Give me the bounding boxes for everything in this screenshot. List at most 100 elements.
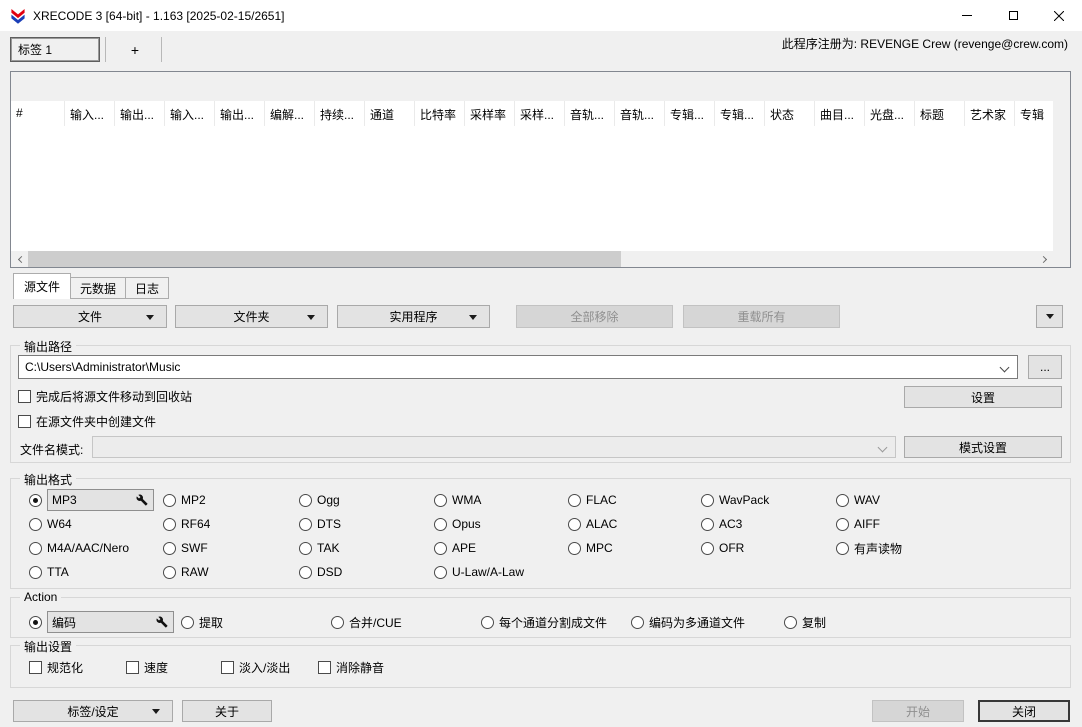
format-option[interactable]: TAK — [299, 536, 434, 560]
scroll-right-button[interactable] — [1036, 251, 1053, 267]
format-option[interactable]: Opus — [434, 512, 568, 536]
radio-icon — [836, 541, 849, 555]
table-group-band — [11, 72, 1070, 101]
column-header[interactable]: # — [11, 101, 65, 126]
format-option[interactable]: MP3 — [29, 488, 163, 512]
column-header[interactable]: 曲目... — [815, 101, 865, 126]
pattern-settings-button[interactable]: 模式设置 — [904, 436, 1062, 458]
output-setting-checkbox[interactable]: 速度 — [126, 659, 221, 676]
format-option[interactable]: FLAC — [568, 488, 701, 512]
format-option[interactable]: TTA — [29, 560, 163, 584]
remove-all-button[interactable]: 全部移除 — [516, 305, 673, 328]
column-header[interactable]: 标题 — [915, 101, 965, 126]
vertical-scrollbar[interactable] — [1053, 72, 1070, 251]
table-body[interactable] — [11, 126, 1053, 251]
scroll-left-button[interactable] — [11, 251, 28, 267]
utilities-menu-button[interactable]: 实用程序 — [337, 305, 490, 328]
column-header[interactable]: 输出... — [215, 101, 265, 126]
maximize-button[interactable] — [990, 0, 1036, 31]
format-config-box[interactable]: MP3 — [47, 489, 154, 511]
combo-dropdown-icon[interactable] — [999, 362, 1010, 373]
format-label: MP3 — [52, 493, 77, 507]
close-app-button[interactable]: 关闭 — [978, 700, 1070, 722]
settings-button[interactable]: 设置 — [904, 386, 1062, 408]
column-header[interactable]: 采样率 — [465, 101, 515, 126]
minimize-button[interactable] — [944, 0, 990, 31]
format-option[interactable]: DTS — [299, 512, 434, 536]
format-option[interactable]: SWF — [163, 536, 299, 560]
action-option[interactable]: 复制 — [784, 610, 1066, 634]
column-header[interactable]: 状态 — [765, 101, 815, 126]
format-option[interactable]: AC3 — [701, 512, 836, 536]
format-option[interactable]: WAV — [836, 488, 1066, 512]
filename-pattern-combobox[interactable] — [92, 436, 896, 458]
action-option[interactable]: 编码为多通道文件 — [631, 610, 784, 634]
action-option[interactable]: 合并/CUE — [331, 610, 481, 634]
file-menu-button[interactable]: 文件 — [13, 305, 167, 328]
folder-menu-button[interactable]: 文件夹 — [175, 305, 328, 328]
view-tab[interactable]: 日志 — [126, 277, 170, 299]
output-setting-checkbox[interactable]: 规范化 — [29, 659, 126, 676]
format-option[interactable]: WavPack — [701, 488, 836, 512]
action-option[interactable]: 编码 — [29, 610, 181, 634]
horizontal-scrollbar[interactable] — [11, 251, 1070, 267]
output-path-combobox[interactable]: C:\Users\Administrator\Music — [18, 355, 1018, 379]
format-option[interactable]: W64 — [29, 512, 163, 536]
output-settings-group: 输出设置 规范化 速度 淡入/淡出 消除静音 — [10, 638, 1071, 688]
browse-button[interactable]: ... — [1028, 355, 1062, 379]
format-option[interactable]: DSD — [299, 560, 434, 584]
output-setting-checkbox[interactable]: 消除静音 — [318, 659, 1066, 676]
column-header[interactable]: 采样... — [515, 101, 565, 126]
about-button[interactable]: 关于 — [182, 700, 272, 722]
format-option[interactable]: 有声读物 — [836, 536, 1066, 560]
format-option[interactable]: OFR — [701, 536, 836, 560]
horizontal-scrollbar-thumb[interactable] — [28, 251, 621, 267]
column-header[interactable]: 输入... — [165, 101, 215, 126]
format-option[interactable]: RF64 — [163, 512, 299, 536]
column-header[interactable]: 音轨... — [615, 101, 665, 126]
column-header[interactable]: 光盘... — [865, 101, 915, 126]
column-header[interactable]: 艺术家 — [965, 101, 1015, 126]
column-header[interactable]: 音轨... — [565, 101, 615, 126]
move-to-recycle-checkbox[interactable]: 完成后将源文件移动到回收站 — [18, 388, 192, 405]
create-in-source-checkbox[interactable]: 在源文件夹中创建文件 — [18, 413, 156, 430]
more-options-button[interactable] — [1036, 305, 1063, 328]
view-tab[interactable]: 元数据 — [71, 277, 127, 299]
action-label: 合并/CUE — [349, 615, 402, 630]
format-option[interactable]: APE — [434, 536, 568, 560]
column-header[interactable]: 专辑... — [665, 101, 715, 126]
start-button[interactable]: 开始 — [872, 700, 964, 722]
action-option[interactable]: 每个通道分割成文件 — [481, 610, 631, 634]
column-header[interactable]: 输出... — [115, 101, 165, 126]
format-option[interactable]: WMA — [434, 488, 568, 512]
column-header[interactable]: 专辑 — [1015, 101, 1053, 126]
view-tab[interactable]: 源文件 — [13, 273, 72, 299]
close-button[interactable] — [1036, 0, 1082, 31]
action-option[interactable]: 提取 — [181, 610, 331, 634]
output-setting-checkbox[interactable]: 淡入/淡出 — [221, 659, 318, 676]
reload-all-button[interactable]: 重载所有 — [683, 305, 840, 328]
action-config-box[interactable]: 编码 — [47, 611, 174, 633]
column-header[interactable]: 通道 — [365, 101, 415, 126]
wrench-icon[interactable] — [156, 616, 168, 628]
format-option[interactable]: M4A/AAC/Nero — [29, 536, 163, 560]
session-tab[interactable]: 标签 1 — [10, 37, 100, 62]
format-option[interactable]: MPC — [568, 536, 701, 560]
wrench-icon[interactable] — [136, 494, 148, 506]
tags-settings-button[interactable]: 标签/设定 — [13, 700, 173, 722]
format-option[interactable]: AIFF — [836, 512, 1066, 536]
format-option[interactable]: RAW — [163, 560, 299, 584]
column-header[interactable]: 输入... — [65, 101, 115, 126]
file-list-table[interactable]: # 输入... 输出... 输入... 输出... 编解... 持续... 通道… — [10, 71, 1071, 268]
format-option[interactable]: ALAC — [568, 512, 701, 536]
radio-icon — [568, 517, 581, 531]
add-tab-button[interactable]: + — [112, 37, 158, 62]
format-option[interactable]: U-Law/A-Law — [434, 560, 568, 584]
column-header[interactable]: 专辑... — [715, 101, 765, 126]
action-label: 提取 — [199, 615, 224, 630]
format-option[interactable]: MP2 — [163, 488, 299, 512]
column-header[interactable]: 编解... — [265, 101, 315, 126]
column-header[interactable]: 比特率 — [415, 101, 465, 126]
format-option[interactable]: Ogg — [299, 488, 434, 512]
column-header[interactable]: 持续... — [315, 101, 365, 126]
